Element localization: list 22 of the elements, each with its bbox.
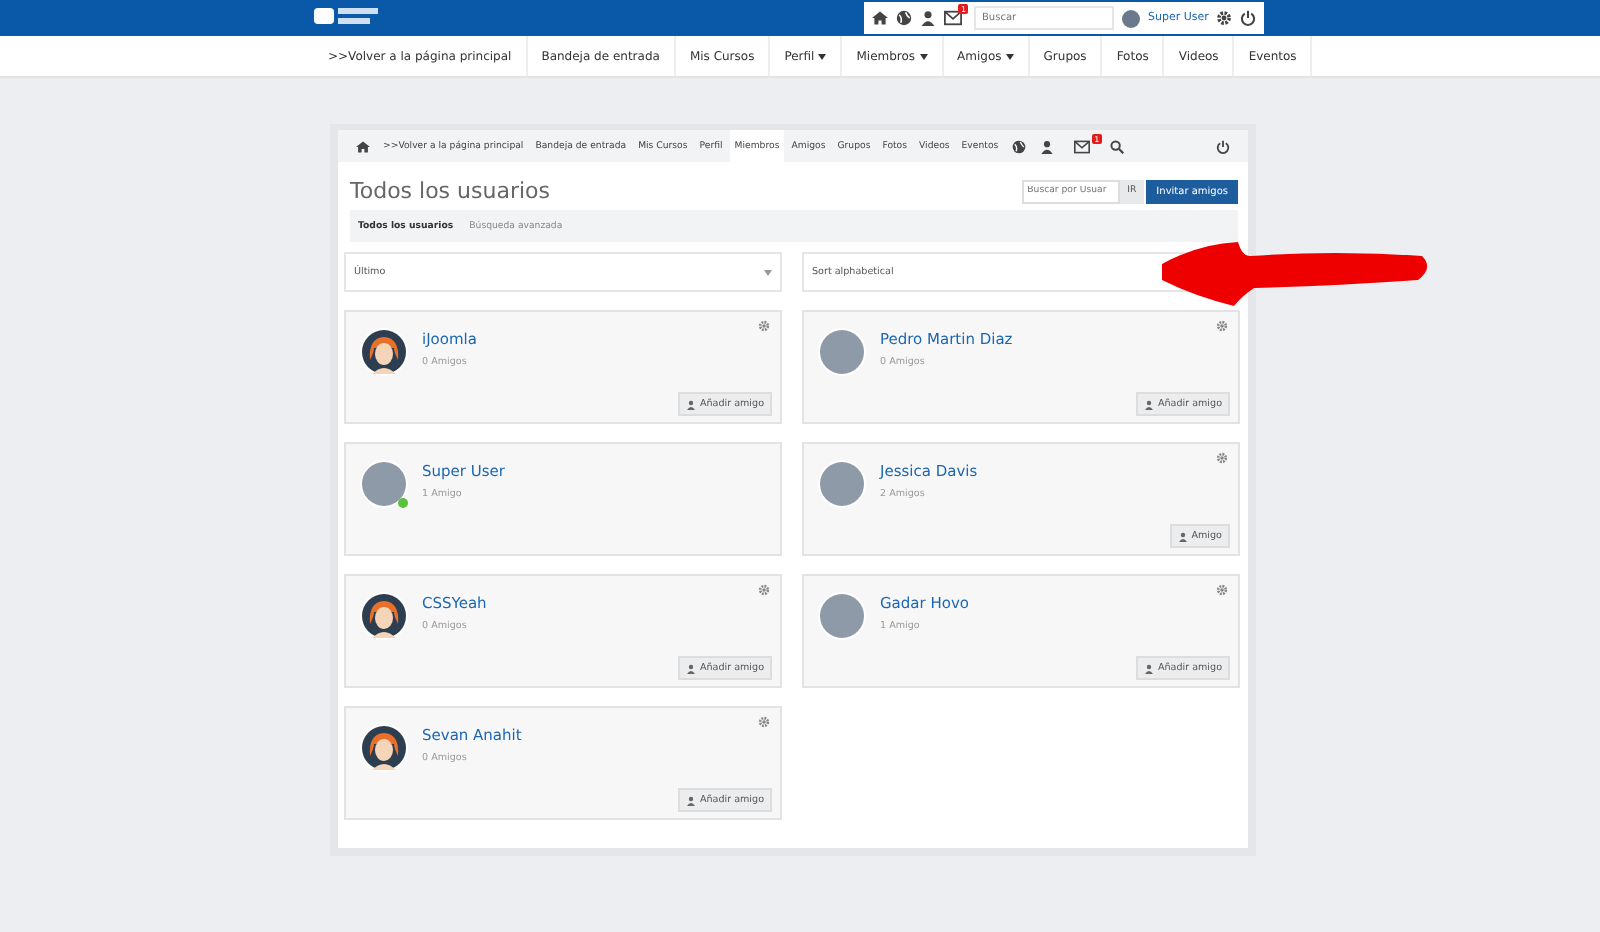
power-icon[interactable] [1216, 139, 1230, 153]
person-icon [685, 399, 696, 409]
person-icon [1143, 399, 1154, 409]
person-icon[interactable] [1039, 139, 1054, 153]
mail-icon[interactable] [944, 10, 962, 26]
mail-icon[interactable] [1073, 139, 1090, 153]
globe-icon[interactable] [896, 10, 912, 26]
page-title: Todos los usuarios [350, 178, 550, 204]
person-icon [1143, 663, 1154, 673]
home-icon[interactable] [872, 10, 888, 26]
logo-icon[interactable] [314, 6, 382, 26]
person-icon [1177, 531, 1188, 541]
home-icon[interactable] [356, 139, 370, 153]
person-icon[interactable] [920, 10, 936, 26]
settings-icon[interactable] [1216, 10, 1233, 26]
person-icon [685, 663, 696, 673]
person-icon [685, 795, 696, 805]
caret-icon [764, 269, 772, 275]
power-icon[interactable] [1240, 10, 1257, 26]
search-icon[interactable] [1109, 139, 1124, 153]
globe-icon[interactable] [1011, 139, 1026, 153]
avatar-placeholder [1122, 9, 1140, 27]
